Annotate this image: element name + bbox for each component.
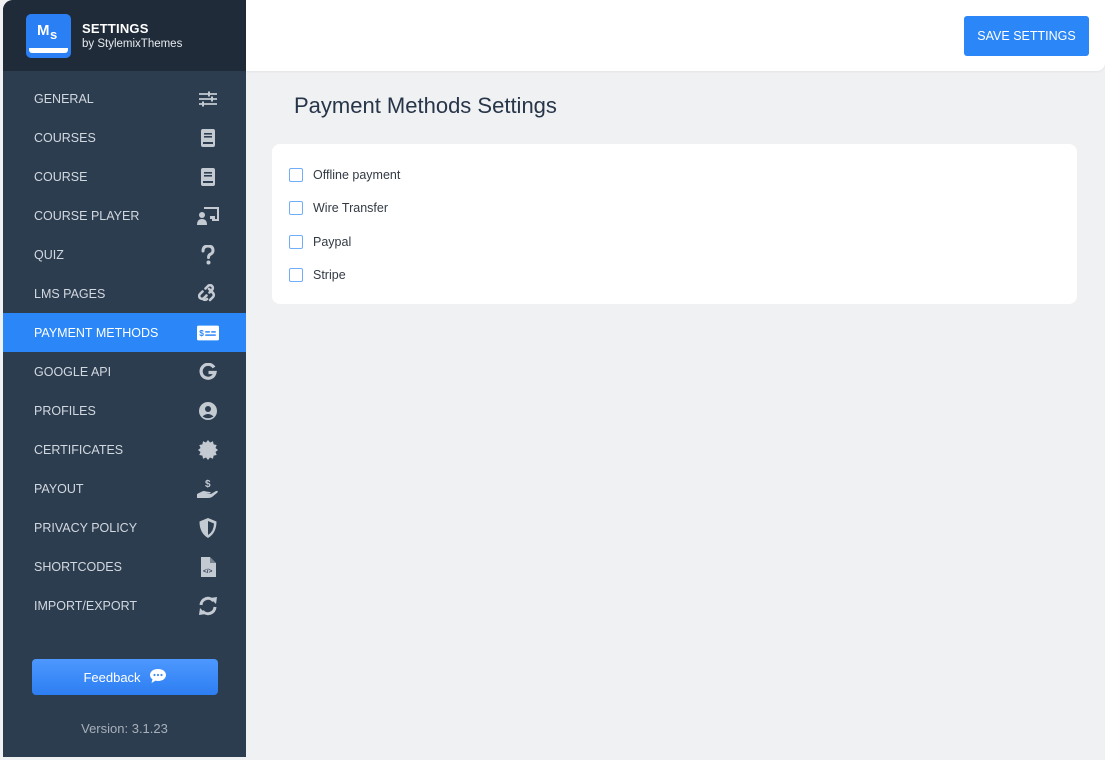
logo-page-stripe <box>29 47 68 53</box>
book-icon <box>197 166 219 188</box>
link-icon <box>197 283 219 305</box>
sidebar-item-payout[interactable]: PAYOUT $ <box>3 469 246 508</box>
svg-text:</>: </> <box>203 568 213 575</box>
option-label: Paypal <box>313 234 352 249</box>
book-icon <box>197 127 219 149</box>
chalkboard-teacher-icon <box>197 205 219 227</box>
svg-text:$: $ <box>199 329 204 338</box>
paypal-checkbox[interactable] <box>289 234 303 249</box>
sidebar-item-label: IMPORT/EXPORT <box>34 598 138 613</box>
question-icon <box>197 244 219 266</box>
sidebar-item-import-export[interactable]: IMPORT/EXPORT <box>3 586 246 625</box>
hand-holding-dollar-icon: $ <box>197 478 219 500</box>
brand-title: SETTINGS <box>82 21 149 36</box>
feedback-label: Feedback <box>83 669 141 685</box>
sidebar-item-shortcodes[interactable]: SHORTCODES </> <box>3 547 246 586</box>
sidebar-item-label: PRIVACY POLICY <box>34 520 138 535</box>
sidebar-item-profiles[interactable]: PROFILES <box>3 391 246 430</box>
option-wire-transfer[interactable]: Wire Transfer <box>272 192 1077 226</box>
svg-text:$: $ <box>205 479 211 490</box>
payment-methods-card: Offline payment Wire Transfer Paypal Str… <box>272 144 1077 304</box>
certificate-icon <box>197 439 219 461</box>
option-paypal[interactable]: Paypal <box>272 225 1077 259</box>
version-label: Version: 3.1.23 <box>81 721 168 736</box>
sidebar-item-label: CERTIFICATES <box>34 442 124 457</box>
sidebar-nav: GENERAL COURSES COURSE COURSE PLAYER QUI… <box>3 71 246 625</box>
ms-logo-icon: M s <box>26 13 71 58</box>
money-check-icon: $ <box>197 322 219 344</box>
sliders-icon <box>197 88 219 110</box>
chat-bubble-icon <box>149 668 167 687</box>
sidebar-item-label: COURSE <box>34 169 88 184</box>
shield-icon <box>197 517 219 539</box>
sidebar: M s SETTINGS by StylemixThemes GENERAL C… <box>3 0 246 757</box>
option-stripe[interactable]: Stripe <box>272 259 1077 293</box>
sidebar-item-label: COURSES <box>34 130 96 145</box>
sidebar-item-label: QUIZ <box>34 247 64 262</box>
google-icon <box>197 361 219 383</box>
page-title: Payment Methods Settings <box>294 93 557 118</box>
sidebar-item-general[interactable]: GENERAL <box>3 79 246 118</box>
brand-subtitle: by StylemixThemes <box>82 38 183 50</box>
sidebar-item-label: PAYOUT <box>34 481 84 496</box>
option-label: Stripe <box>313 268 346 283</box>
sidebar-item-label: PROFILES <box>34 403 96 418</box>
sidebar-item-label: PAYMENT METHODS <box>34 325 159 340</box>
sidebar-item-lms-pages[interactable]: LMS PAGES <box>3 274 246 313</box>
option-label: Offline payment <box>313 167 401 182</box>
option-label: Wire Transfer <box>313 201 389 216</box>
offline-payment-checkbox[interactable] <box>289 167 303 182</box>
sidebar-item-payment-methods[interactable]: PAYMENT METHODS $ <box>3 313 246 352</box>
sidebar-item-label: GENERAL <box>34 91 94 106</box>
sidebar-item-label: LMS PAGES <box>34 286 106 301</box>
file-code-icon: </> <box>197 556 219 578</box>
sidebar-item-courses[interactable]: COURSES <box>3 118 246 157</box>
brand-header: M s SETTINGS by StylemixThemes <box>3 0 246 71</box>
sidebar-item-label: COURSE PLAYER <box>34 208 140 223</box>
sidebar-item-course[interactable]: COURSE <box>3 157 246 196</box>
wire-transfer-checkbox[interactable] <box>289 201 303 216</box>
option-offline-payment[interactable]: Offline payment <box>272 158 1077 192</box>
brand-text: SETTINGS by StylemixThemes <box>82 21 182 50</box>
stripe-checkbox[interactable] <box>289 268 303 283</box>
top-bar: SAVE SETTINGS <box>246 0 1105 71</box>
logo-letter-s: s <box>50 26 58 42</box>
user-circle-icon <box>197 400 219 422</box>
logo-letter-m: M <box>37 21 50 39</box>
feedback-button[interactable]: Feedback <box>32 659 218 695</box>
sync-icon <box>197 595 219 617</box>
sidebar-item-google-api[interactable]: GOOGLE API <box>3 352 246 391</box>
sidebar-item-certificates[interactable]: CERTIFICATES <box>3 430 246 469</box>
sidebar-item-course-player[interactable]: COURSE PLAYER <box>3 196 246 235</box>
sidebar-item-privacy-policy[interactable]: PRIVACY POLICY <box>3 508 246 547</box>
sidebar-item-label: GOOGLE API <box>34 364 112 379</box>
sidebar-item-label: SHORTCODES <box>34 559 122 574</box>
save-settings-button[interactable]: SAVE SETTINGS <box>964 16 1089 56</box>
sidebar-item-quiz[interactable]: QUIZ <box>3 235 246 274</box>
